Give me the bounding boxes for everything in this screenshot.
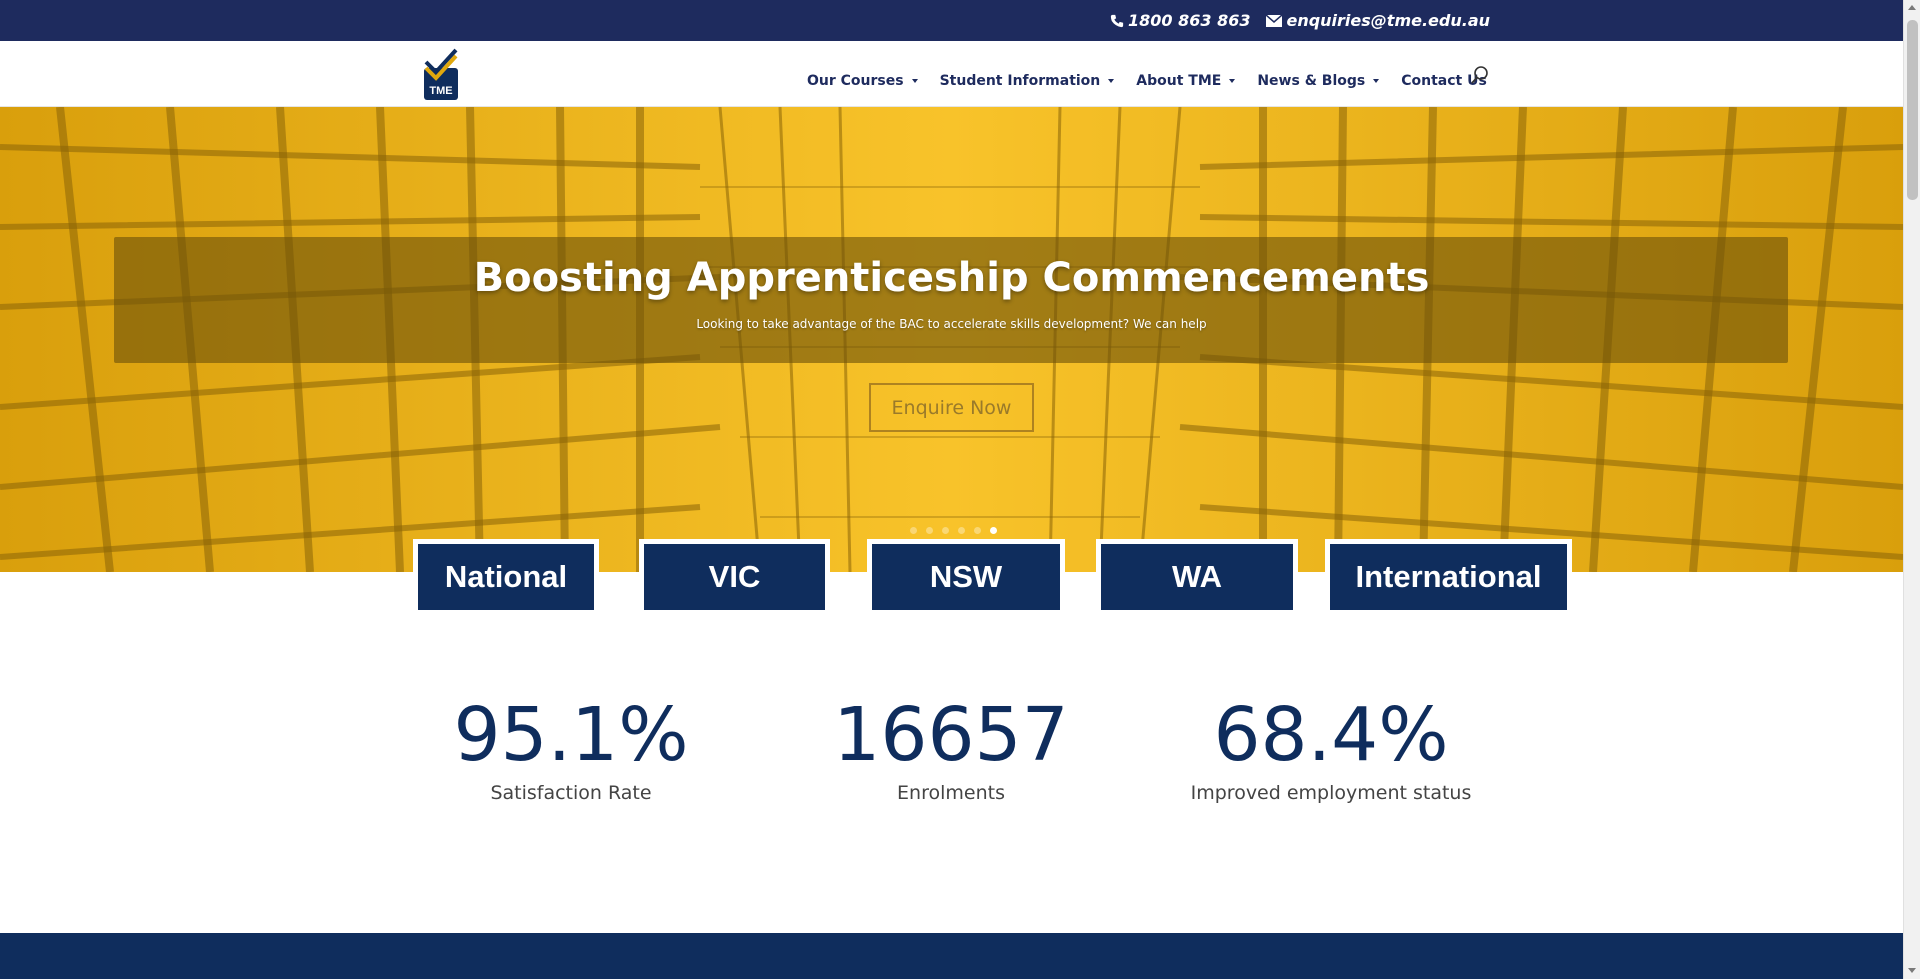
slider-dot[interactable] — [910, 527, 917, 534]
slider-dot[interactable] — [974, 527, 981, 534]
logo-text: TME — [429, 85, 452, 97]
scroll-up-icon[interactable] — [1908, 5, 1916, 10]
scrollbar-thumb[interactable] — [1907, 20, 1918, 200]
stat-label: Enrolments — [897, 782, 1005, 804]
slider-dot[interactable] — [926, 527, 933, 534]
slider-dot-active[interactable] — [990, 527, 997, 534]
scroll-down-icon[interactable] — [1908, 968, 1916, 973]
region-button-nsw[interactable]: NSW — [868, 540, 1064, 614]
slider-pagination — [910, 527, 997, 534]
footer-section — [0, 933, 1903, 979]
region-button-international[interactable]: International — [1326, 540, 1571, 614]
site-header: TME Our Courses Student Information Abou… — [0, 41, 1903, 107]
stat-label: Improved employment status — [1190, 782, 1472, 804]
hero-title: Boosting Apprenticeship Commencements — [473, 255, 1430, 301]
nav-our-courses[interactable]: Our Courses — [807, 73, 918, 89]
enquire-now-button[interactable]: Enquire Now — [869, 383, 1034, 432]
search-icon[interactable] — [1470, 65, 1490, 85]
nav-label: About TME — [1136, 73, 1222, 89]
phone-number: 1800 863 863 — [1128, 11, 1251, 30]
nav-label: Our Courses — [807, 73, 904, 89]
region-button-national[interactable]: National — [414, 540, 598, 614]
contact-info: 1800 863 863 enquiries@tme.edu.au — [1110, 0, 1490, 41]
stat-value: 68.4% — [1213, 692, 1449, 778]
region-buttons: National VIC NSW WA International — [0, 540, 1903, 614]
nav-student-information[interactable]: Student Information — [940, 73, 1115, 89]
nav-about-tme[interactable]: About TME — [1136, 73, 1236, 89]
hero-slider: Boosting Apprenticeship Commencements Lo… — [0, 107, 1903, 572]
vertical-scrollbar[interactable] — [1903, 0, 1920, 979]
region-button-vic[interactable]: VIC — [640, 540, 829, 614]
nav-label: News & Blogs — [1257, 73, 1366, 89]
tme-logo[interactable]: TME — [422, 46, 460, 102]
phone-link[interactable]: 1800 863 863 — [1110, 11, 1250, 30]
chevron-down-icon — [1373, 79, 1380, 83]
envelope-icon — [1266, 14, 1283, 27]
nav-label: Student Information — [939, 73, 1101, 89]
slider-dot[interactable] — [942, 527, 949, 534]
phone-icon — [1110, 14, 1124, 27]
hero-subtitle: Looking to take advantage of the BAC to … — [696, 317, 1207, 331]
slider-dot[interactable] — [958, 527, 965, 534]
stat-label: Satisfaction Rate — [490, 782, 652, 804]
chevron-down-icon — [911, 79, 918, 83]
stat-enrolments: 16657 Enrolments — [786, 690, 1116, 804]
top-bar: 1800 863 863 enquiries@tme.edu.au — [0, 0, 1903, 41]
email-link[interactable]: enquiries@tme.edu.au — [1266, 11, 1490, 30]
region-button-wa[interactable]: WA — [1097, 540, 1297, 614]
stat-satisfaction: 95.1% Satisfaction Rate — [406, 690, 736, 804]
chevron-down-icon — [1229, 79, 1236, 83]
email-address: enquiries@tme.edu.au — [1286, 11, 1490, 30]
nav-news-blogs[interactable]: News & Blogs — [1257, 73, 1380, 89]
main-nav: Our Courses Student Information About TM… — [807, 73, 1509, 89]
stat-employment: 68.4% Improved employment status — [1166, 690, 1496, 804]
stat-value: 16657 — [833, 692, 1069, 778]
chevron-down-icon — [1108, 79, 1115, 83]
stat-value: 95.1% — [453, 692, 689, 778]
